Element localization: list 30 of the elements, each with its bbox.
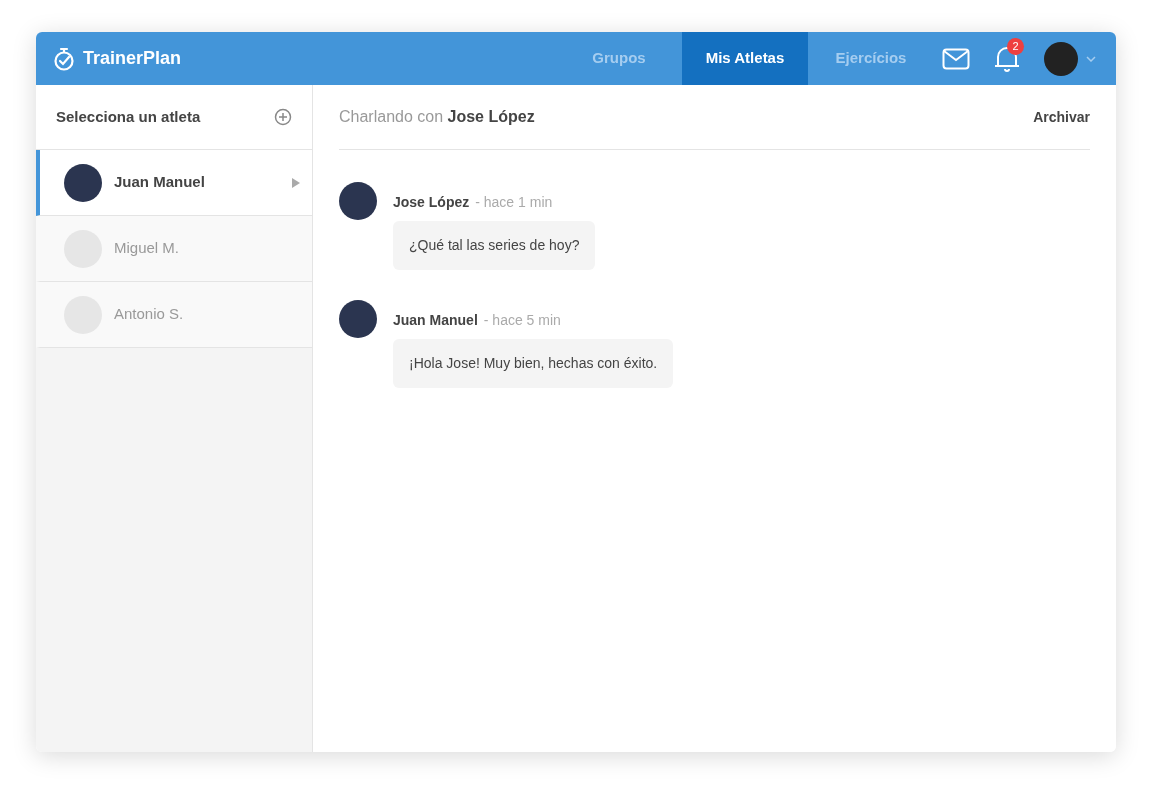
athlete-name: Antonio S.: [114, 304, 184, 325]
stopwatch-check-icon: [53, 46, 75, 71]
archive-button[interactable]: Archivar: [1033, 106, 1090, 128]
sidebar-title: Selecciona un atleta: [56, 106, 201, 127]
sender-name: Jose López: [393, 193, 470, 212]
notification-bell-icon[interactable]: [994, 44, 1020, 73]
athlete-name: Miguel M.: [114, 238, 180, 259]
notification-badge: 2: [1007, 37, 1024, 55]
mail-icon[interactable]: [942, 47, 970, 70]
sender-name: Juan Manuel: [393, 311, 478, 330]
athlete-item[interactable]: Miguel M.: [36, 216, 312, 282]
nav-tab[interactable]: Mis Atletas: [682, 32, 808, 85]
athlete-item[interactable]: Antonio S.: [36, 282, 312, 348]
add-circle-icon[interactable]: [274, 108, 292, 126]
app-logo: TrainerPlan: [83, 47, 182, 70]
athlete-item[interactable]: Juan Manuel: [36, 150, 312, 216]
nav-tab[interactable]: Ejercícios: [808, 32, 934, 85]
athlete-name: Juan Manuel: [114, 172, 205, 193]
avatar-photo-placeholder: [64, 163, 102, 202]
message-time: - hace 5 min: [483, 311, 561, 330]
chat-title: Charlando con Jose López: [339, 107, 535, 127]
message-bubble: ¡Hola Jose! Muy bien, hechas con éxito.: [393, 339, 674, 388]
message-time: - hace 1 min: [475, 193, 553, 212]
message-bubble: ¿Qué tal las series de hoy?: [393, 221, 596, 270]
chevron-down-icon[interactable]: [1086, 55, 1096, 62]
avatar-photo-placeholder: [339, 300, 377, 338]
caret-right-icon: [292, 177, 300, 188]
nav-tab[interactable]: Grupos: [556, 32, 682, 85]
user-avatar-placeholder[interactable]: [1044, 41, 1078, 76]
avatar-photo-placeholder: [339, 182, 377, 220]
